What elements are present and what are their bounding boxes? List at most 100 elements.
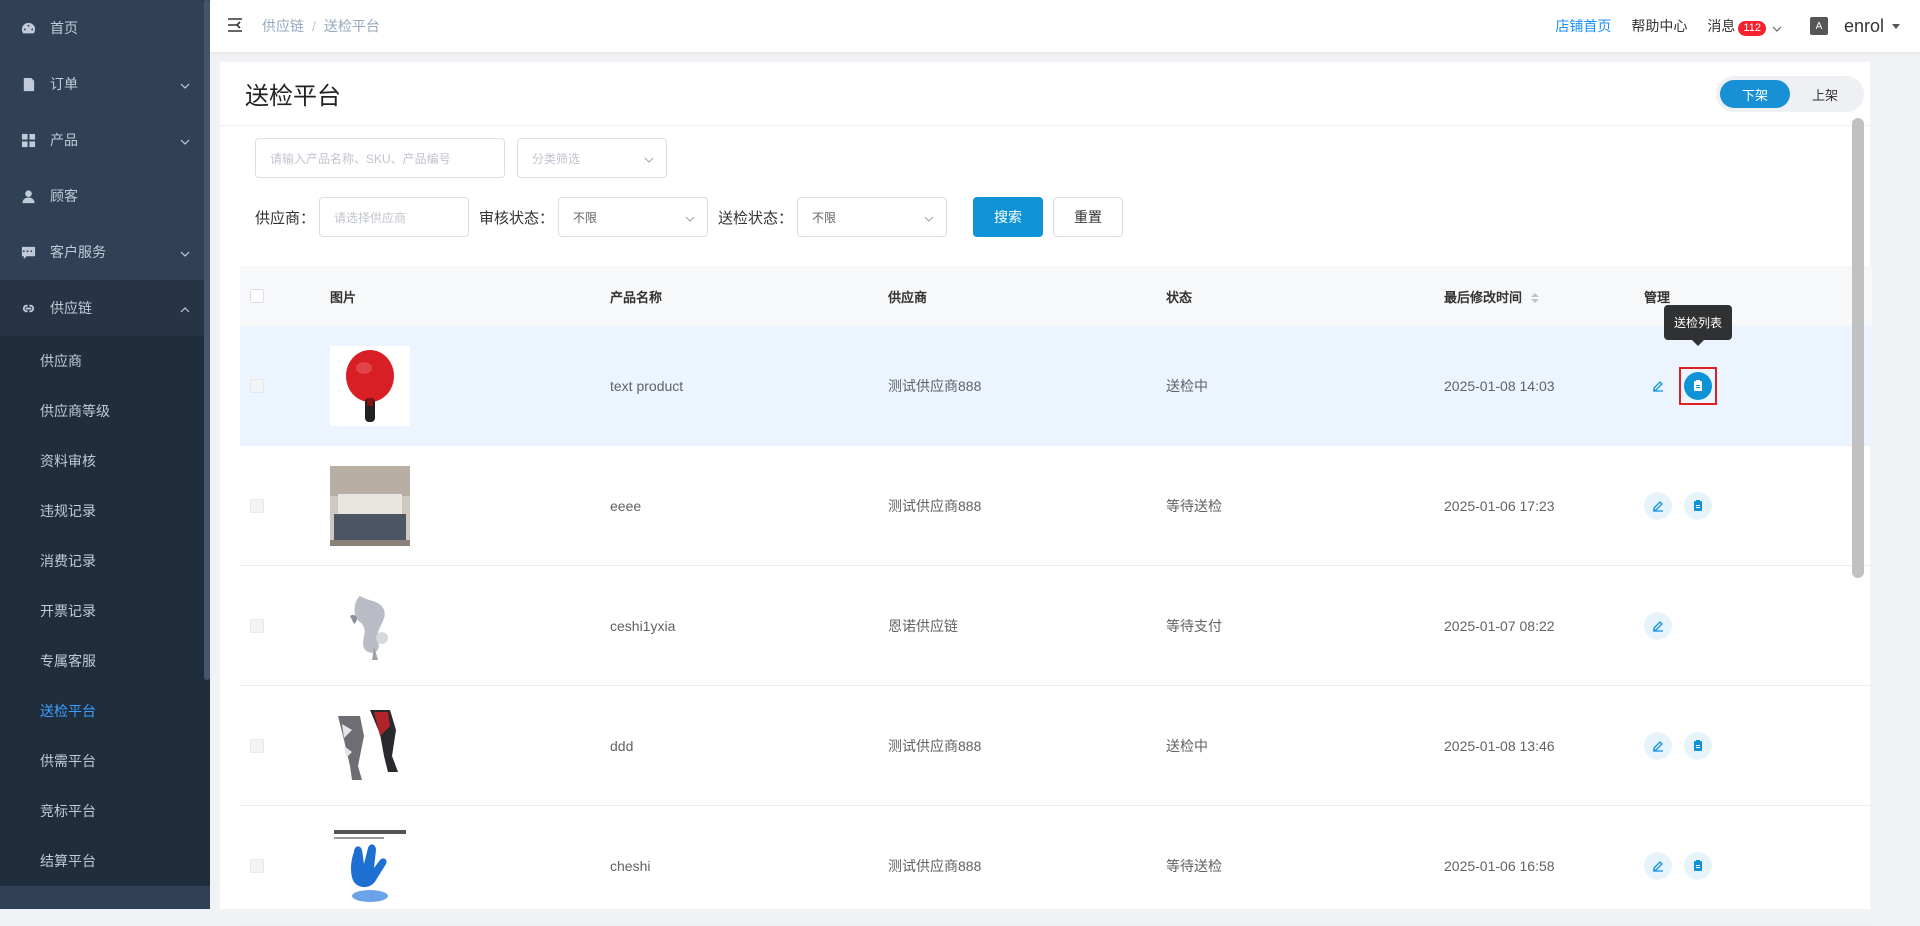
inspection-list-icon[interactable] [1684, 851, 1712, 880]
messages-label: 消息 [1707, 18, 1736, 34]
category-filter-select[interactable]: 分类筛选 [517, 138, 667, 178]
column-header-time[interactable]: 最后修改时间 [1444, 287, 1644, 306]
supply-chain-submenu: 供应商 供应商等级 资料审核 违规记录 消费记录 开票记录 专属客服 送检平台 … [0, 336, 210, 886]
sidebar-item-orders[interactable]: 订单 [0, 56, 210, 112]
table-row[interactable]: text product 测试供应商888 送检中 2025-01-08 14:… [240, 304, 1872, 446]
modified-time: 2025-01-08 14:03 [1444, 377, 1555, 394]
category-placeholder: 分类筛选 [532, 151, 581, 166]
breadcrumb-separator: / [312, 18, 316, 34]
chevron-down-icon[interactable] [1772, 21, 1782, 32]
chat-icon [20, 244, 36, 260]
inspection-list-icon[interactable] [1684, 491, 1712, 520]
product-image-leggings[interactable] [330, 705, 410, 786]
table-row[interactable]: cheshi 测试供应商888 等待送检 2025-01-06 16:58 [240, 806, 1872, 926]
breadcrumb-item[interactable]: 供应链 [262, 16, 304, 36]
modified-time: 2025-01-07 08:22 [1444, 617, 1555, 634]
row-checkbox[interactable] [250, 378, 264, 393]
search-button[interactable]: 搜索 [973, 197, 1044, 237]
sidebar-item-home[interactable]: 首页 [0, 0, 210, 56]
order-icon [20, 76, 36, 92]
column-header-time-label: 最后修改时间 [1444, 289, 1523, 305]
menu-toggle-icon[interactable] [226, 16, 246, 36]
edit-icon[interactable] [1644, 611, 1672, 640]
product-search-input[interactable]: 请输入产品名称、SKU、产品编号 [255, 138, 505, 178]
toggle-off-shelf[interactable]: 下架 [1720, 80, 1790, 108]
sidebar-subitem-dedicated-service[interactable]: 专属客服 [0, 636, 210, 686]
inspection-list-icon[interactable] [1684, 731, 1712, 760]
sidebar-item-customers[interactable]: 顾客 [0, 168, 210, 224]
sidebar-subitem-settlement-platform[interactable]: 结算平台 [0, 836, 210, 886]
inspection-list-icon[interactable] [1684, 371, 1712, 400]
sidebar-item-products[interactable]: 产品 [0, 112, 210, 168]
sidebar-subitem-document-review[interactable]: 资料审核 [0, 436, 210, 486]
sidebar-subitem-consumption[interactable]: 消费记录 [0, 536, 210, 586]
sidebar-subitem-demand-platform[interactable]: 供需平台 [0, 736, 210, 786]
chevron-down-icon [180, 246, 190, 257]
messages-link[interactable]: 消息 112 [1707, 16, 1766, 36]
sidebar-scrollbar[interactable] [204, 0, 210, 680]
product-name: eeee [610, 497, 642, 514]
inspection-status-select[interactable]: 不限 [797, 197, 948, 237]
caret-down-icon[interactable] [1892, 23, 1900, 29]
row-checkbox[interactable] [250, 858, 264, 873]
sidebar-item-label: 供应链 [50, 300, 92, 316]
sidebar-subitem-suppliers[interactable]: 供应商 [0, 336, 210, 386]
product-image-glove[interactable] [330, 825, 410, 906]
sidebar-subitem-invoices[interactable]: 开票记录 [0, 586, 210, 636]
review-status-label: 审核状态： [479, 209, 555, 227]
sidebar-item-label: 订单 [50, 76, 78, 92]
sidebar-subitem-bidding-platform[interactable]: 竞标平台 [0, 786, 210, 836]
sidebar-subitem-supplier-levels[interactable]: 供应商等级 [0, 386, 210, 436]
edit-icon[interactable] [1644, 491, 1672, 520]
product-name: cheshi [610, 857, 651, 874]
supplier-label: 供应商： [255, 209, 316, 227]
review-status-select[interactable]: 不限 [558, 197, 709, 237]
table-row[interactable]: ceshi1yxia 恩诺供应链 等待支付 2025-01-07 08:22 [240, 566, 1872, 686]
main-content: 送检平台 下架 上架 请输入产品名称、SKU、产品编号 分类筛选 供应商： 请选… [220, 62, 1872, 926]
sort-icon[interactable] [1530, 293, 1539, 304]
supplier-select[interactable]: 请选择供应商 [319, 197, 470, 237]
row-checkbox[interactable] [250, 618, 264, 633]
chevron-up-icon [180, 302, 190, 313]
toggle-on-shelf[interactable]: 上架 [1790, 80, 1860, 108]
product-image-bed[interactable] [330, 465, 410, 546]
language-icon[interactable]: A [1809, 17, 1828, 35]
filter-row-1: 请输入产品名称、SKU、产品编号 分类筛选 [255, 138, 667, 178]
chevron-down-icon [644, 154, 654, 164]
column-header-image: 图片 [330, 289, 357, 305]
breadcrumb-current: 送检平台 [323, 18, 380, 34]
column-header-manage: 管理 [1644, 289, 1671, 305]
row-checkbox[interactable] [250, 498, 264, 513]
edit-icon[interactable] [1644, 731, 1672, 760]
edit-icon[interactable] [1644, 372, 1672, 400]
supplier-name: 测试供应商888 [888, 737, 982, 754]
user-icon [20, 188, 36, 204]
page-title: 送检平台 [245, 83, 341, 110]
sidebar-item-label: 客户服务 [50, 244, 106, 260]
inspection-status-label: 送检状态： [718, 209, 794, 227]
product-image-paddle[interactable] [330, 345, 410, 426]
header-actions: 店铺首页 帮助中心 消息 112 A enrol [1535, 0, 1900, 52]
status-text: 等待送检 [1166, 857, 1222, 874]
supplier-name: 测试供应商888 [888, 497, 982, 514]
shop-home-link[interactable]: 店铺首页 [1555, 16, 1611, 36]
breadcrumb: 供应链 / 送检平台 [262, 16, 380, 36]
table-row[interactable]: eeee 测试供应商888 等待送检 2025-01-06 17:23 [240, 446, 1872, 566]
reset-button[interactable]: 重置 [1053, 197, 1124, 237]
product-image-abstract[interactable] [330, 585, 410, 666]
shelf-toggle[interactable]: 下架 上架 [1716, 76, 1864, 112]
page-scrollbar[interactable] [1852, 118, 1864, 578]
status-text: 送检中 [1166, 377, 1208, 394]
help-center-link[interactable]: 帮助中心 [1631, 16, 1687, 36]
row-checkbox[interactable] [250, 738, 264, 753]
sidebar-item-customer-service[interactable]: 客户服务 [0, 224, 210, 280]
select-all-checkbox[interactable] [250, 289, 264, 303]
inspection-list-button-highlight [1679, 366, 1717, 405]
user-name[interactable]: enrol [1844, 16, 1884, 37]
sidebar-subitem-violations[interactable]: 违规记录 [0, 486, 210, 536]
filter-row-2: 供应商： 请选择供应商 审核状态： 不限 送检状态： 不限 搜索 重置 [255, 197, 1124, 237]
table-row[interactable]: ddd 测试供应商888 送检中 2025-01-08 13:46 [240, 686, 1872, 806]
sidebar-subitem-inspection-platform[interactable]: 送检平台 [0, 686, 210, 736]
sidebar-item-supply-chain[interactable]: 供应链 [0, 280, 210, 336]
edit-icon[interactable] [1644, 851, 1672, 880]
